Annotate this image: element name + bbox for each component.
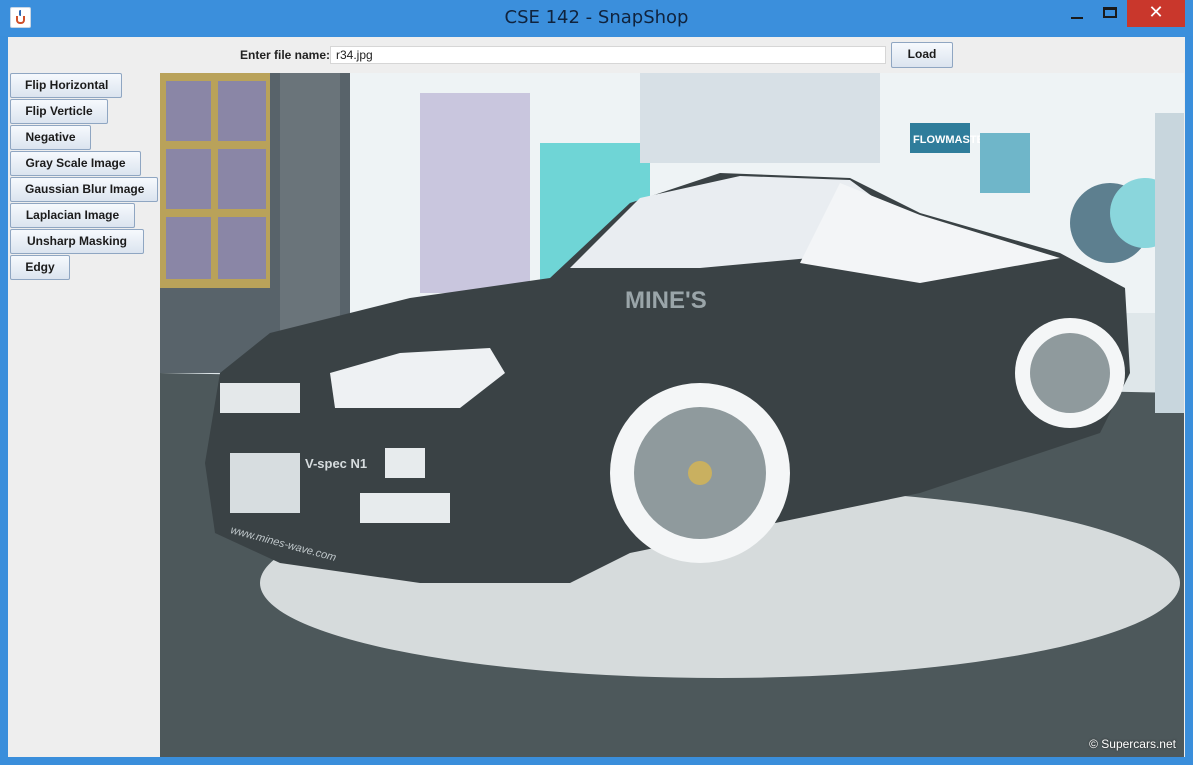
flip-verticle-button[interactable]: Flip Verticle — [10, 99, 108, 124]
client-area: Enter file name: r34.jpg Load Flip Horiz… — [8, 37, 1185, 757]
gaussian-blur-button[interactable]: Gaussian Blur Image — [10, 177, 158, 202]
app-window: CSE 142 - SnapShop ✕ Enter file name: r3… — [0, 0, 1193, 765]
maximize-button[interactable] — [1095, 0, 1125, 28]
car-model-decal: V-spec N1 — [305, 456, 367, 471]
minimize-button[interactable] — [1062, 0, 1092, 28]
car-brand-decal: MINE'S — [625, 287, 707, 314]
title-bar[interactable]: CSE 142 - SnapShop ✕ — [0, 0, 1193, 36]
close-icon: ✕ — [1148, 2, 1164, 23]
load-button[interactable]: Load — [891, 42, 953, 68]
maximize-icon — [1103, 7, 1117, 18]
window-title: CSE 142 - SnapShop — [504, 7, 689, 28]
image-watermark: © Supercars.net — [1089, 737, 1176, 751]
edgy-button[interactable]: Edgy — [10, 255, 70, 280]
unsharp-masking-button[interactable]: Unsharp Masking — [10, 229, 144, 254]
flip-horizontal-button[interactable]: Flip Horizontal — [10, 73, 122, 98]
image-display: FLOWMASTER MINE'S V-spec N1 www.mines-wa… — [160, 73, 1184, 757]
negative-car-image: FLOWMASTER MINE'S V-spec N1 www.mines-wa… — [160, 73, 1184, 757]
negative-button[interactable]: Negative — [10, 125, 91, 150]
minimize-icon — [1071, 17, 1083, 19]
gray-scale-button[interactable]: Gray Scale Image — [10, 151, 141, 176]
file-name-input[interactable]: r34.jpg — [330, 46, 886, 64]
laplacian-button[interactable]: Laplacian Image — [10, 203, 135, 228]
close-button[interactable]: ✕ — [1127, 0, 1185, 27]
file-name-label: Enter file name: — [240, 48, 331, 62]
